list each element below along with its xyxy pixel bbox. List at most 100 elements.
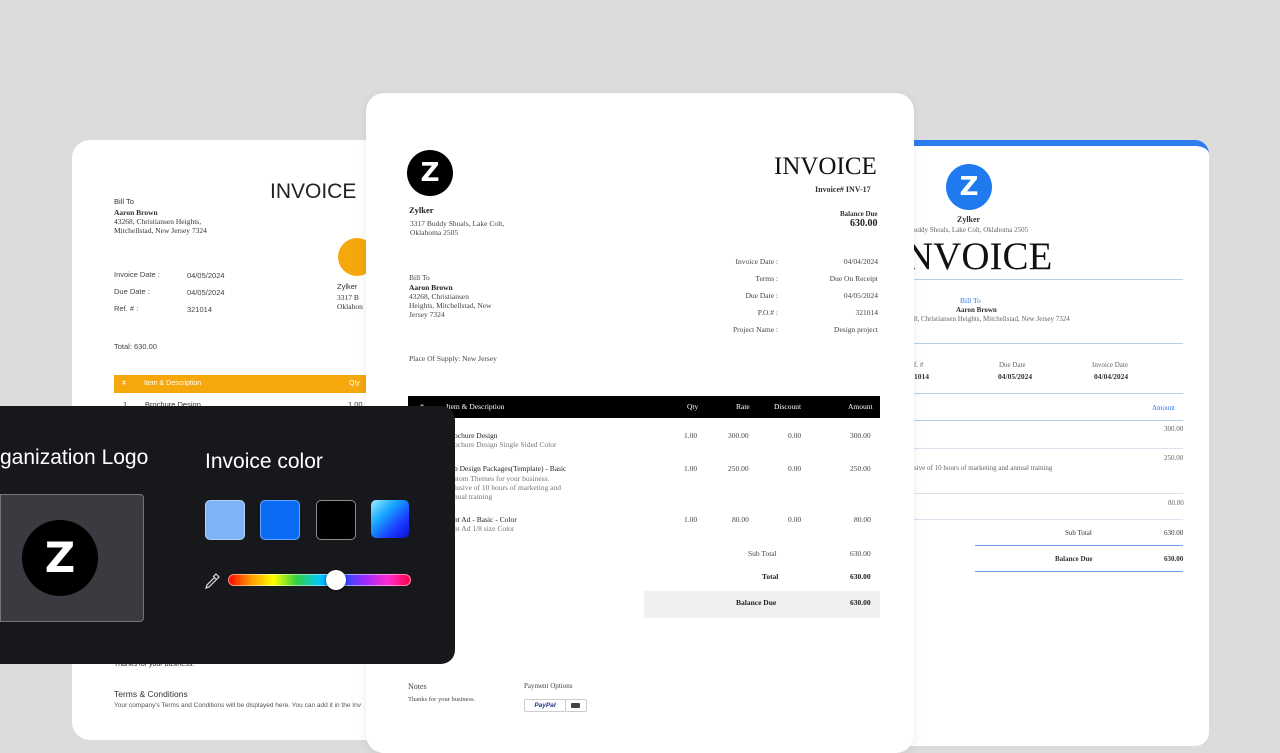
row-description: stom Themes for your business. [454,474,550,483]
meta-value: Due On Receipt [829,274,878,283]
row-discount: 0.00 [788,431,802,440]
client-name: Aaron Brown [409,283,453,292]
logo-upload-area[interactable]: Z [0,494,144,622]
client-address-line: Mitchellstad, New Jersey 7324 [114,226,207,235]
column-header-qty: Qty [687,402,699,411]
divider [914,519,1183,520]
company-name: Zylker [957,215,981,224]
row-qty: 1.00 [684,515,698,524]
client-name: Aaron Brown [956,306,997,314]
divider [914,279,1183,280]
divider [914,343,1183,344]
meta-value: 04/05/2024 [843,291,878,300]
invoice-date-value: 04/04/2024 [1094,372,1129,381]
row-description: nt Ad 1/8 size Color [454,524,515,533]
invoice-color-label: Invoice color [205,450,323,473]
due-date-label: Due Date [999,361,1026,369]
company-address-line: Oklahon [337,302,363,311]
color-swatch-blue[interactable] [260,500,300,540]
column-header-item: Item & Description [446,402,505,411]
column-header-amount: Amount [848,402,873,411]
amount-column-header: Amount [1152,404,1175,412]
color-swatch-light-blue[interactable] [205,500,245,540]
divider [914,448,1183,449]
balance-due-value: 630.00 [850,598,871,607]
organization-logo-label: ganization Logo [0,446,149,469]
meta-label: P.O.# : [757,308,778,317]
meta-label: Terms : [755,274,778,283]
color-slider-thumb[interactable] [326,570,346,590]
client-address-line: 43268, Christiansen Heights, [114,217,202,226]
invoice-title: INVOICE [774,153,877,180]
client-address-line: Heights, Mitchellstad, New [409,301,492,310]
divider [914,420,1183,421]
row-amount: 250.00 [850,464,871,473]
due-date-value: 04/05/2024 [187,288,225,297]
eyedropper-icon[interactable] [203,572,221,590]
bill-to-label: Bill To [960,296,981,305]
meta-label: Project Name : [733,325,778,334]
items-table-header: # Item & Description Qty Rate Discount A… [408,396,880,418]
client-name: Aaron Brown [114,208,158,217]
items-table-header: # Item & Description Qty [114,375,374,393]
column-header-discount: Discount [774,402,802,411]
company-name: Zylker [409,205,434,215]
row-description: lusive of 10 hours of marketing and [454,483,562,492]
divider [914,493,1183,494]
invoice-title: INVOICE [270,180,357,203]
row-description: nual training [454,492,493,501]
invoice-number: Invoice# INV-17 [815,185,871,194]
due-date-label: Due Date : [114,287,150,296]
invoice-title: NVOICE [905,235,1053,278]
card-icon [565,699,587,712]
color-swatch-black[interactable] [316,500,356,540]
sub-total-label: Sub Total [1065,529,1092,537]
meta-label: Due Date : [745,291,779,300]
branding-panel: ganization Logo Z Invoice color [0,406,455,664]
ref-label: f. # [914,361,924,369]
row-description: sive of 10 hours of marketing and annual… [914,464,1053,472]
row-rate: 80.00 [732,515,749,524]
meta-label: Invoice Date : [735,257,778,266]
sub-total-label: Sub Total [748,549,777,558]
bill-to-label: Bill To [409,273,430,282]
client-address: 8, Christiansen Heights, Mitchellstad, N… [914,315,1070,323]
row-qty: 1.00 [684,431,698,440]
balance-due-value: 630.00 [1164,555,1184,563]
organization-logo: Z [22,520,98,596]
balance-due-label: Balance Due [1055,555,1093,563]
company-address-line: 3317 Buddy Shoals, Lake Colt, [410,219,505,228]
invoice-date-label: Invoice Date [1092,361,1128,369]
divider [975,545,1183,546]
color-hue-slider[interactable] [228,574,411,586]
column-header-item: Item & Description [144,380,202,387]
client-address-line: Jersey 7324 [409,310,445,319]
balance-due-label: Balance Due [736,598,777,607]
invoice-date-value: 04/05/2024 [187,271,225,280]
divider [975,571,1183,572]
payment-options-label: Payment Options [524,682,573,690]
total-text: Total: 630.00 [114,342,157,351]
paypal-badge: PayPal [524,699,566,712]
place-of-supply: Place Of Supply: New Jersey [409,354,497,363]
row-discount: 0.00 [788,464,802,473]
total-value: 630.00 [850,572,871,581]
column-header-num: # [122,380,126,387]
invoice-date-label: Invoice Date : [114,270,160,279]
color-swatch-gradient[interactable] [371,500,409,538]
notes-text: Thanks for your business. [408,696,476,703]
row-amount: 80.00 [854,515,871,524]
notes-label: Notes [408,682,427,691]
row-item: b Design Packages(Template) - Basic [454,464,567,473]
row-rate: 250.00 [728,464,749,473]
bill-to-label: Bill To [114,197,134,206]
balance-due-label: Balance Due [840,210,878,218]
company-address: uddy Shoals, Lake Colt, Oklahoma 2505 [914,226,1029,234]
meta-value: 04/04/2024 [843,257,878,266]
terms-heading: Terms & Conditions [114,689,188,699]
invoice-template-right[interactable]: Z Zylker uddy Shoals, Lake Colt, Oklahom… [880,140,1209,746]
company-logo: Z [407,150,453,196]
row-description: ochure Design Single Sided Color [454,440,557,449]
company-address-line: 3317 B [337,293,359,302]
ref-value: 1014 [914,372,929,381]
